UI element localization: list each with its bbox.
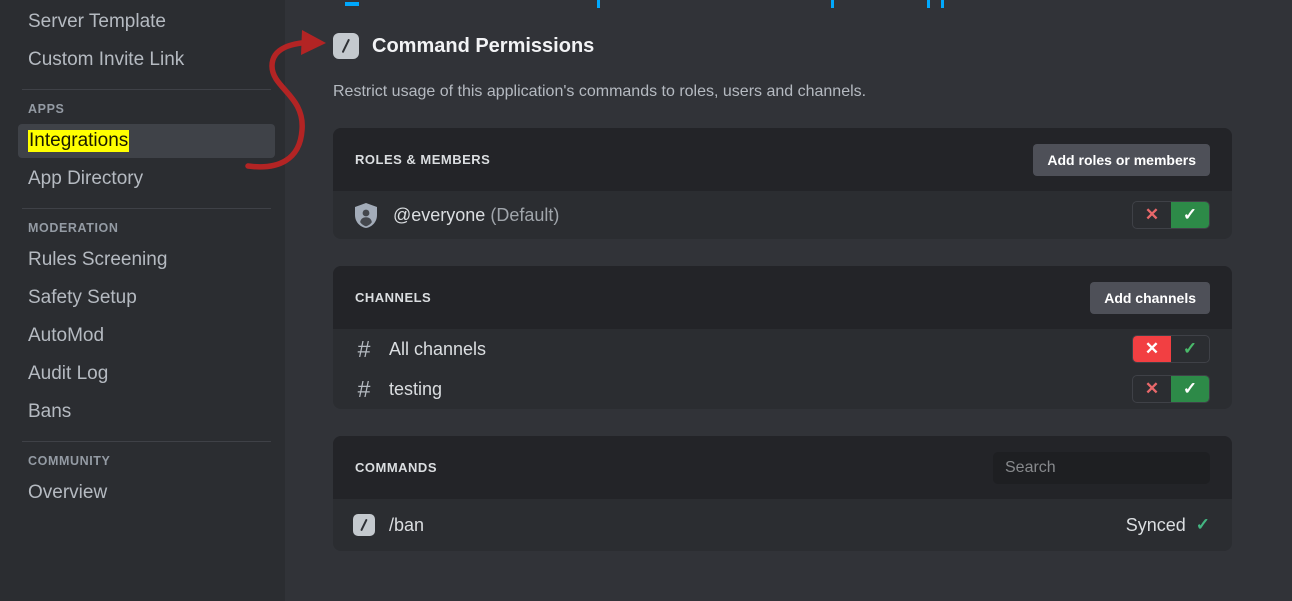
deny-option[interactable]: ✕ bbox=[1133, 202, 1171, 228]
settings-main-content: Command Permissions Restrict usage of th… bbox=[285, 0, 1292, 601]
section-title: ROLES & MEMBERS bbox=[355, 152, 491, 167]
command-name: /ban bbox=[389, 514, 425, 535]
sidebar-item-audit-log[interactable]: Audit Log bbox=[18, 357, 275, 391]
sidebar-divider bbox=[22, 441, 271, 442]
permission-toggle-all-channels[interactable]: ✕ ✓ bbox=[1132, 335, 1210, 363]
allow-option[interactable]: ✓ bbox=[1171, 376, 1209, 402]
clipped-link-row bbox=[333, 0, 1232, 8]
commands-card: COMMANDS /ban Synced ✓ bbox=[333, 436, 1232, 551]
sidebar-group-header-community: COMMUNITY bbox=[28, 454, 111, 468]
settings-sidebar: Server Template Custom Invite Link APPS … bbox=[0, 0, 285, 601]
sidebar-group-header-moderation: MODERATION bbox=[28, 221, 119, 235]
sidebar-group-header-apps: APPS bbox=[28, 102, 65, 116]
sidebar-item-server-template[interactable]: Server Template bbox=[18, 5, 275, 39]
add-roles-or-members-button[interactable]: Add roles or members bbox=[1033, 143, 1210, 176]
sidebar-item-rules-screening[interactable]: Rules Screening bbox=[18, 243, 275, 277]
clipped-link-fragment bbox=[941, 0, 944, 8]
channel-row-all-channels[interactable]: # All channels ✕ ✓ bbox=[333, 329, 1232, 369]
status-label: Synced bbox=[1125, 514, 1186, 535]
role-default-tag: (Default) bbox=[490, 204, 560, 225]
clipped-link-fragment bbox=[831, 0, 834, 8]
deny-option[interactable]: ✕ bbox=[1133, 376, 1171, 402]
allow-option[interactable]: ✓ bbox=[1171, 202, 1209, 228]
sidebar-item-label: Safety Setup bbox=[28, 287, 137, 308]
role-label: @everyone bbox=[393, 204, 486, 225]
shield-person-icon bbox=[353, 202, 379, 229]
search-input[interactable] bbox=[1005, 458, 1212, 477]
sidebar-item-app-directory[interactable]: App Directory bbox=[18, 162, 275, 196]
slash-command-icon bbox=[333, 33, 359, 59]
channel-name: All channels bbox=[389, 338, 487, 359]
roles-members-card: ROLES & MEMBERS Add roles or members @ev… bbox=[333, 128, 1232, 239]
clipped-link-fragment bbox=[597, 0, 600, 8]
page-title: Command Permissions bbox=[372, 34, 595, 57]
settings-window: Server Template Custom Invite Link APPS … bbox=[0, 0, 1292, 601]
sidebar-item-label: Audit Log bbox=[28, 363, 109, 384]
sidebar-item-label: AutoMod bbox=[28, 325, 105, 346]
sidebar-item-automod[interactable]: AutoMod bbox=[18, 319, 275, 353]
sidebar-item-label: App Directory bbox=[28, 168, 144, 189]
sidebar-item-label: Bans bbox=[28, 401, 72, 422]
command-row-ban[interactable]: /ban Synced ✓ bbox=[333, 499, 1232, 551]
hash-icon: # bbox=[357, 375, 371, 402]
page-description: Restrict usage of this application's com… bbox=[333, 83, 867, 100]
check-icon: ✓ bbox=[1195, 515, 1210, 534]
command-status: Synced ✓ bbox=[1126, 515, 1210, 536]
role-name: @everyone (Default) bbox=[393, 205, 559, 226]
channel-name: testing bbox=[389, 378, 443, 399]
add-channels-button[interactable]: Add channels bbox=[1090, 281, 1210, 314]
hash-icon: # bbox=[357, 335, 371, 362]
role-row-everyone[interactable]: @everyone (Default) ✕ ✓ bbox=[333, 191, 1232, 239]
sidebar-divider bbox=[22, 89, 271, 90]
deny-option[interactable]: ✕ bbox=[1133, 336, 1171, 362]
sidebar-item-safety-setup[interactable]: Safety Setup bbox=[18, 281, 275, 315]
sidebar-item-integrations[interactable]: Integrations bbox=[18, 124, 275, 158]
allow-option[interactable]: ✓ bbox=[1171, 336, 1209, 362]
sidebar-item-bans[interactable]: Bans bbox=[18, 395, 275, 429]
sidebar-item-label: Custom Invite Link bbox=[28, 49, 185, 70]
sidebar-item-label: Rules Screening bbox=[28, 249, 168, 270]
clipped-link-fragment bbox=[927, 0, 930, 8]
permission-toggle-testing[interactable]: ✕ ✓ bbox=[1132, 375, 1210, 403]
sidebar-item-label: Overview bbox=[28, 482, 108, 503]
section-title: COMMANDS bbox=[355, 460, 437, 475]
channels-card: CHANNELS Add channels # All channels ✕ ✓… bbox=[333, 266, 1232, 409]
sidebar-item-label: Integrations bbox=[28, 130, 130, 152]
permission-toggle-everyone[interactable]: ✕ ✓ bbox=[1132, 201, 1210, 229]
sidebar-divider bbox=[22, 208, 271, 209]
slash-command-icon bbox=[353, 514, 375, 536]
commands-header: COMMANDS bbox=[333, 436, 1232, 499]
sidebar-item-custom-invite-link[interactable]: Custom Invite Link bbox=[18, 43, 275, 77]
channel-row-testing[interactable]: # testing ✕ ✓ bbox=[333, 369, 1232, 409]
section-title: CHANNELS bbox=[355, 290, 432, 305]
page-header: Command Permissions bbox=[333, 0, 1232, 59]
sidebar-item-label: Server Template bbox=[28, 11, 166, 32]
clipped-link-fragment bbox=[345, 2, 359, 6]
channels-header: CHANNELS Add channels bbox=[333, 266, 1232, 329]
command-search-box[interactable] bbox=[993, 451, 1212, 484]
roles-members-header: ROLES & MEMBERS Add roles or members bbox=[333, 128, 1232, 191]
sidebar-item-overview[interactable]: Overview bbox=[18, 476, 275, 510]
